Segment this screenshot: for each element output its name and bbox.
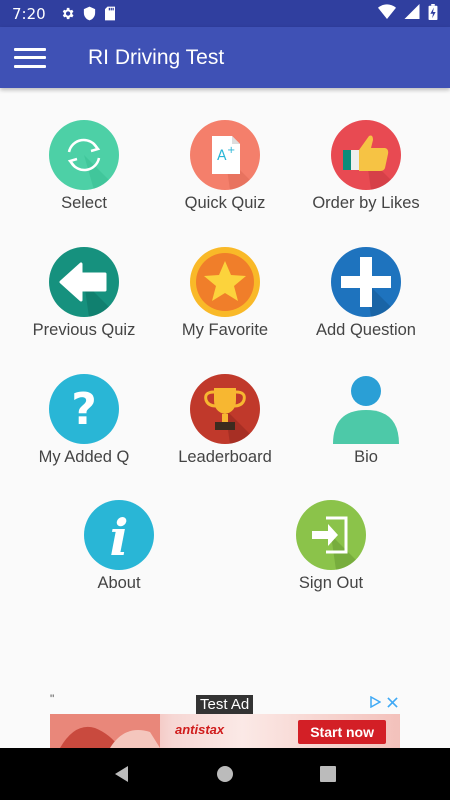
- tile-label: Add Question: [316, 321, 416, 339]
- tile-label: Select: [61, 194, 107, 212]
- ad-cta-button[interactable]: Start now: [298, 720, 386, 744]
- tile-bio[interactable]: Bio: [296, 374, 436, 467]
- sign-out-icon: [296, 500, 366, 570]
- tile-order-by-likes[interactable]: Order by Likes: [296, 120, 436, 213]
- tile-label: About: [97, 574, 141, 592]
- signal-icon: [404, 4, 420, 23]
- wifi-icon: [378, 4, 396, 23]
- app-title: RI Driving Test: [88, 45, 225, 69]
- test-ad-badge: Test Ad: [196, 695, 254, 714]
- svg-text:A: A: [217, 148, 227, 164]
- trophy-icon: [190, 374, 260, 444]
- ad-image: [50, 714, 160, 748]
- tile-label: My Added Q: [38, 448, 130, 466]
- tile-previous-quiz[interactable]: Previous Quiz: [14, 247, 154, 340]
- info-icon: i: [84, 500, 154, 570]
- home-icon[interactable]: [205, 754, 245, 794]
- tile-quick-quiz[interactable]: A + Quick Quiz: [155, 120, 295, 213]
- shield-icon: [83, 6, 96, 21]
- tile-label: Bio: [354, 448, 378, 466]
- status-time: 7:20: [12, 4, 46, 23]
- svg-text:?: ?: [71, 384, 97, 435]
- tile-label: Leaderboard: [178, 448, 272, 466]
- recents-icon[interactable]: [308, 754, 348, 794]
- tile-label: Order by Likes: [312, 194, 420, 212]
- plus-icon: [331, 247, 401, 317]
- hamburger-menu-icon[interactable]: [14, 47, 46, 68]
- person-icon: [331, 374, 401, 444]
- status-bar: 7:20: [0, 0, 450, 27]
- tile-my-favorite[interactable]: My Favorite: [155, 247, 295, 340]
- app-bar: RI Driving Test: [0, 27, 450, 88]
- tile-leaderboard[interactable]: Leaderboard: [155, 374, 295, 467]
- graded-paper-icon: A +: [190, 120, 260, 190]
- tile-add-question[interactable]: Add Question: [296, 247, 436, 340]
- tile-my-added-q[interactable]: ? My Added Q: [14, 374, 154, 467]
- tile-about[interactable]: i About: [49, 500, 189, 593]
- system-nav-bar: [0, 748, 450, 800]
- ad-choices-icon[interactable]: [369, 695, 382, 711]
- star-icon: [190, 247, 260, 317]
- battery-icon: [428, 3, 438, 24]
- close-icon[interactable]: [387, 695, 398, 711]
- tile-select[interactable]: Select: [14, 120, 154, 213]
- thumbs-up-icon: [331, 120, 401, 190]
- svg-text:+: +: [227, 145, 235, 156]
- back-icon[interactable]: [102, 754, 142, 794]
- tile-sign-out[interactable]: Sign Out: [261, 500, 401, 593]
- ad-banner-container: " Test Ad antistax Start now: [50, 690, 400, 748]
- tile-label: Previous Quiz: [32, 321, 136, 339]
- question-mark-icon: ?: [49, 374, 119, 444]
- arrow-left-icon: [49, 247, 119, 317]
- ad-brand: antistax: [175, 722, 225, 737]
- svg-text:i: i: [110, 508, 129, 567]
- gear-icon: [60, 6, 75, 21]
- tile-label: Sign Out: [298, 574, 364, 592]
- ad-quote-mark: ": [50, 692, 55, 706]
- sd-card-icon: [104, 6, 116, 21]
- tile-label: Quick Quiz: [184, 194, 266, 212]
- sync-icon: [49, 120, 119, 190]
- ad-controls: [369, 695, 398, 711]
- tile-label: My Favorite: [181, 321, 269, 339]
- ad-banner[interactable]: antistax Start now: [50, 714, 400, 748]
